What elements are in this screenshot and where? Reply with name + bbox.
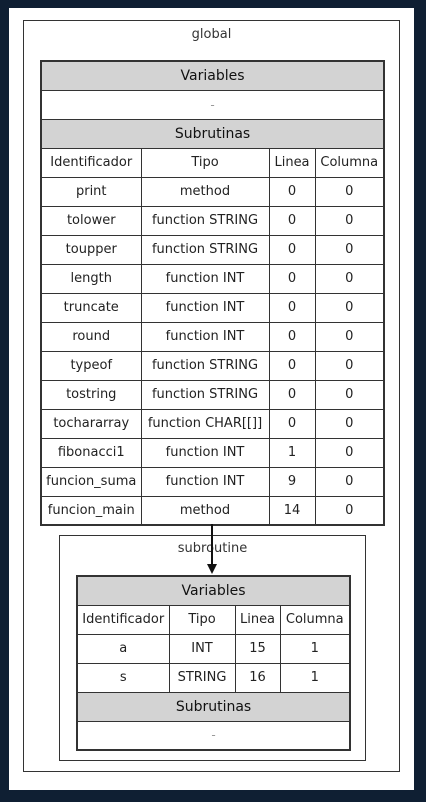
identificador-cell: a xyxy=(76,633,170,664)
linea-cell: 14 xyxy=(268,495,316,526)
column-header-columna: Columna xyxy=(279,604,351,635)
identificador-cell: toupper xyxy=(40,234,142,265)
columna-cell: 0 xyxy=(314,466,385,497)
tipo-cell: function CHAR[[]] xyxy=(140,408,270,439)
columna-cell: 1 xyxy=(279,633,351,664)
identificador-cell: truncate xyxy=(40,292,142,323)
linea-cell: 0 xyxy=(268,350,316,381)
columna-cell: 0 xyxy=(314,234,385,265)
tipo-cell: STRING xyxy=(168,662,236,693)
linea-cell: 0 xyxy=(268,176,316,207)
linea-cell: 15 xyxy=(234,633,281,664)
identificador-cell: length xyxy=(40,263,142,294)
table-row: tolower function STRING 0 0 xyxy=(40,205,385,236)
subroutine-cluster-label: subroutine xyxy=(177,541,248,556)
columna-cell: 0 xyxy=(314,437,385,468)
table-row: tostring function STRING 0 0 xyxy=(40,379,385,410)
global-variables-header: Variables xyxy=(40,60,385,91)
table-row: s STRING 16 1 xyxy=(76,662,351,693)
subroutine-subrutinas-empty: - xyxy=(76,720,351,751)
columna-cell: 0 xyxy=(314,321,385,352)
linea-cell: 0 xyxy=(268,205,316,236)
tipo-cell: function STRING xyxy=(140,350,270,381)
identificador-cell: round xyxy=(40,321,142,352)
column-header-tipo: Tipo xyxy=(140,147,270,178)
tipo-cell: function INT xyxy=(140,263,270,294)
tipo-cell: function INT xyxy=(140,321,270,352)
column-header-identificador: Identificador xyxy=(40,147,142,178)
column-header-identificador: Identificador xyxy=(76,604,170,635)
tipo-cell: function INT xyxy=(140,437,270,468)
subroutine-symbol-table: Variables Identificador Tipo Linea Colum… xyxy=(76,575,352,751)
linea-cell: 0 xyxy=(268,263,316,294)
global-symbol-table: Variables - Subrutinas Identificador Tip… xyxy=(40,60,386,526)
tipo-cell: method xyxy=(140,176,270,207)
tipo-cell: function STRING xyxy=(140,379,270,410)
columna-cell: 0 xyxy=(314,176,385,207)
subroutine-subrutinas-header: Subrutinas xyxy=(76,691,351,722)
columna-cell: 0 xyxy=(314,379,385,410)
linea-cell: 9 xyxy=(268,466,316,497)
linea-cell: 0 xyxy=(268,321,316,352)
subroutine-column-headers: Identificador Tipo Linea Columna xyxy=(76,604,351,635)
table-row: truncate function INT 0 0 xyxy=(40,292,385,323)
table-row: tochararray function CHAR[[]] 0 0 xyxy=(40,408,385,439)
identificador-cell: fibonacci1 xyxy=(40,437,142,468)
columna-cell: 0 xyxy=(314,292,385,323)
global-cluster-label: global xyxy=(191,27,232,42)
table-row: print method 0 0 xyxy=(40,176,385,207)
linea-cell: 0 xyxy=(268,379,316,410)
subroutine-variables-header: Variables xyxy=(76,575,351,606)
table-row: round function INT 0 0 xyxy=(40,321,385,352)
identificador-cell: funcion_suma xyxy=(40,466,142,497)
tipo-cell: method xyxy=(140,495,270,526)
global-variables-empty: - xyxy=(40,89,385,120)
diagram-canvas: global Variables - Subrutinas Identifica… xyxy=(9,8,414,790)
linea-cell: 1 xyxy=(268,437,316,468)
columna-cell: 0 xyxy=(314,350,385,381)
tipo-cell: function INT xyxy=(140,292,270,323)
column-header-linea: Linea xyxy=(234,604,281,635)
column-header-tipo: Tipo xyxy=(168,604,236,635)
column-header-linea: Linea xyxy=(268,147,316,178)
table-row: length function INT 0 0 xyxy=(40,263,385,294)
tipo-cell: function STRING xyxy=(140,205,270,236)
columna-cell: 0 xyxy=(314,205,385,236)
table-row: funcion_main method 14 0 xyxy=(40,495,385,526)
linea-cell: 0 xyxy=(268,292,316,323)
identificador-cell: print xyxy=(40,176,142,207)
table-row: toupper function STRING 0 0 xyxy=(40,234,385,265)
linea-cell: 0 xyxy=(268,234,316,265)
identificador-cell: typeof xyxy=(40,350,142,381)
tipo-cell: INT xyxy=(168,633,236,664)
columna-cell: 1 xyxy=(279,662,351,693)
global-subrutinas-header: Subrutinas xyxy=(40,118,385,149)
identificador-cell: tostring xyxy=(40,379,142,410)
identificador-cell: tolower xyxy=(40,205,142,236)
table-row: typeof function STRING 0 0 xyxy=(40,350,385,381)
columna-cell: 0 xyxy=(314,495,385,526)
tipo-cell: function INT xyxy=(140,466,270,497)
columna-cell: 0 xyxy=(314,263,385,294)
tipo-cell: function STRING xyxy=(140,234,270,265)
edge-arrowhead xyxy=(207,564,217,574)
linea-cell: 0 xyxy=(268,408,316,439)
columna-cell: 0 xyxy=(314,408,385,439)
table-row: fibonacci1 function INT 1 0 xyxy=(40,437,385,468)
table-row: a INT 15 1 xyxy=(76,633,351,664)
global-column-headers: Identificador Tipo Linea Columna xyxy=(40,147,385,178)
column-header-columna: Columna xyxy=(314,147,385,178)
table-row: funcion_suma function INT 9 0 xyxy=(40,466,385,497)
identificador-cell: tochararray xyxy=(40,408,142,439)
linea-cell: 16 xyxy=(234,662,281,693)
identificador-cell: s xyxy=(76,662,170,693)
identificador-cell: funcion_main xyxy=(40,495,142,526)
